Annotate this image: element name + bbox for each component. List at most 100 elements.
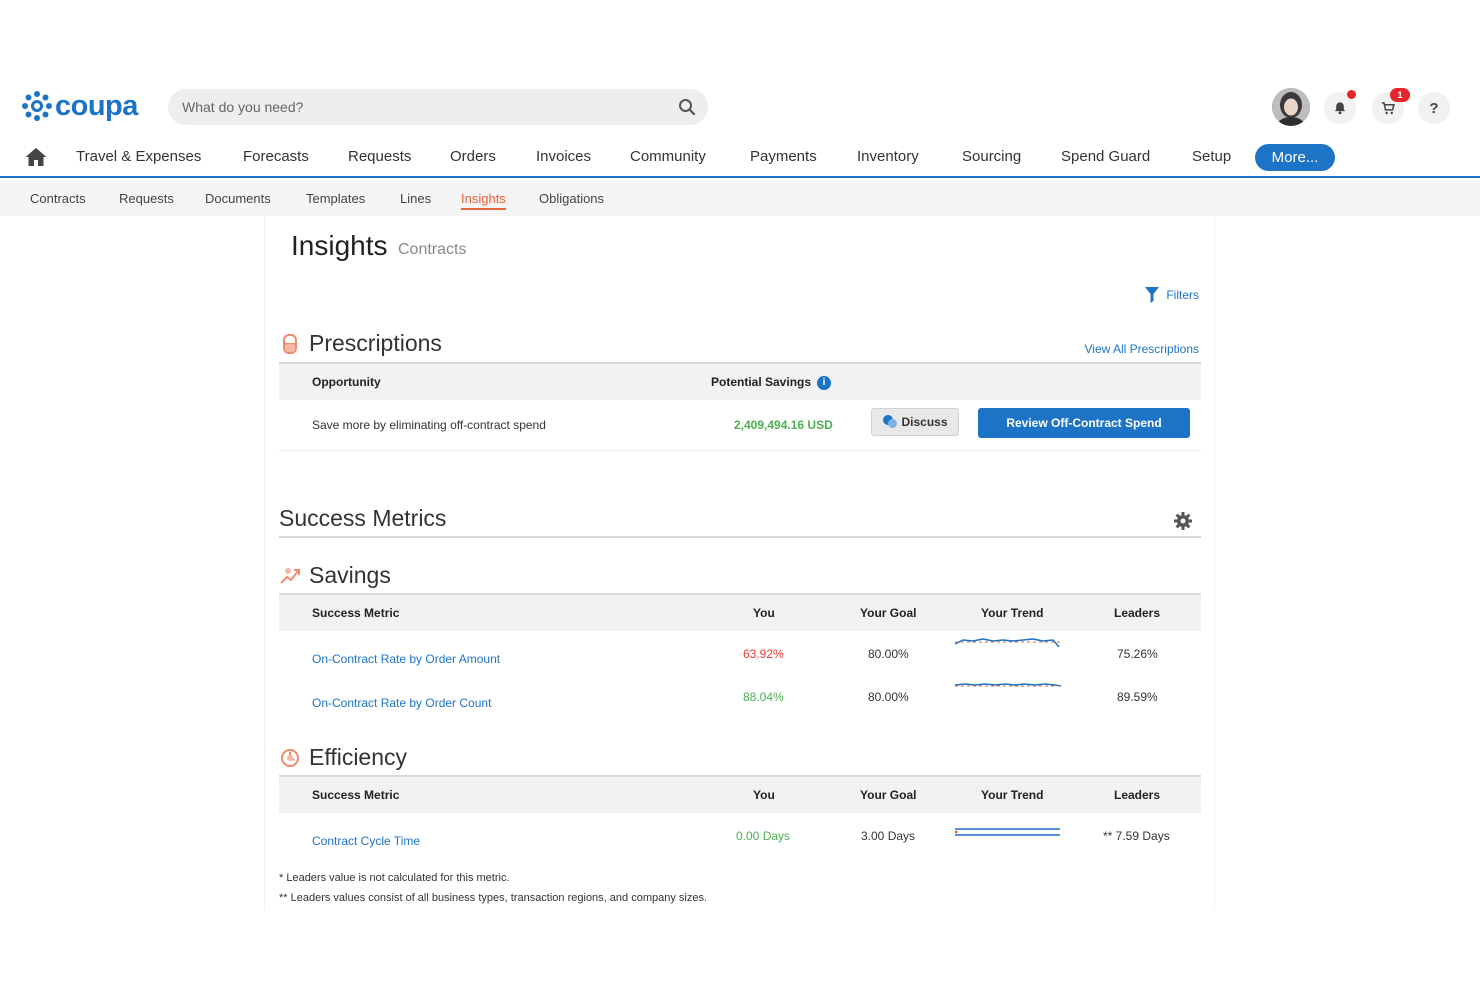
nav-spend-guard[interactable]: Spend Guard bbox=[1061, 148, 1150, 165]
nav-forecasts[interactable]: Forecasts bbox=[243, 148, 309, 165]
search-icon[interactable] bbox=[678, 98, 696, 116]
efficiency-col-trend: Your Trend bbox=[981, 788, 1044, 802]
chat-icon bbox=[883, 415, 898, 428]
savings-col-you: You bbox=[753, 606, 775, 620]
info-icon[interactable]: i bbox=[817, 375, 832, 390]
subnav-documents[interactable]: Documents bbox=[205, 191, 271, 206]
prescription-opportunity: Save more by eliminating off-contract sp… bbox=[312, 418, 546, 432]
footnote-one: * Leaders value is not calculated for th… bbox=[279, 872, 510, 884]
help-icon: ? bbox=[1429, 99, 1439, 117]
cart-badge: 1 bbox=[1390, 88, 1410, 102]
filters-label: Filters bbox=[1166, 288, 1199, 302]
efficiency-col-goal: Your Goal bbox=[860, 788, 917, 802]
savings-table-header: Success Metric You Your Goal Your Trend … bbox=[279, 595, 1201, 631]
savings-title: Savings bbox=[309, 562, 391, 588]
success-metrics-title: Success Metrics bbox=[279, 505, 447, 531]
help-button[interactable]: ? bbox=[1418, 92, 1450, 124]
nav-payments[interactable]: Payments bbox=[750, 148, 817, 165]
nav-requests[interactable]: Requests bbox=[348, 148, 411, 165]
insights-panel: Insights Contracts Filters Prescriptions… bbox=[264, 216, 1215, 910]
col-potential-savings-label: Potential Savings bbox=[711, 375, 812, 389]
metric-on-contract-count-leaders: 89.59% bbox=[1117, 690, 1158, 704]
avatar-icon bbox=[1272, 88, 1310, 126]
subnav-templates[interactable]: Templates bbox=[306, 191, 365, 206]
subnav-requests[interactable]: Requests bbox=[119, 191, 174, 206]
efficiency-col-leaders: Leaders bbox=[1114, 788, 1161, 802]
coupa-logo[interactable]: coupa bbox=[20, 90, 138, 122]
nav-community[interactable]: Community bbox=[630, 148, 706, 165]
sub-nav: Contracts Requests Documents Templates L… bbox=[0, 180, 1480, 216]
nav-more-button[interactable]: More... bbox=[1255, 144, 1335, 171]
cart-icon bbox=[1381, 101, 1395, 114]
nav-setup[interactable]: Setup bbox=[1192, 148, 1231, 165]
main-nav: Travel & Expenses Forecasts Requests Ord… bbox=[0, 136, 1480, 178]
metric-contract-cycle-time-link[interactable]: Contract Cycle Time bbox=[312, 834, 420, 848]
subnav-lines[interactable]: Lines bbox=[400, 191, 431, 206]
prescriptions-header: Prescriptions bbox=[279, 330, 442, 357]
discuss-label: Discuss bbox=[901, 415, 948, 429]
metric-contract-cycle-time-leaders: ** 7.59 Days bbox=[1103, 829, 1170, 843]
bell-icon bbox=[1335, 102, 1345, 115]
col-potential-savings: Potential Savings i bbox=[711, 375, 832, 390]
cart-button[interactable]: 1 bbox=[1372, 88, 1410, 124]
metric-on-contract-count-goal: 80.00% bbox=[868, 690, 909, 704]
metric-on-contract-count-link[interactable]: On-Contract Rate by Order Count bbox=[312, 696, 491, 710]
filter-icon bbox=[1145, 287, 1160, 303]
review-off-contract-spend-button[interactable]: Review Off-Contract Spend bbox=[978, 408, 1190, 438]
savings-icon bbox=[280, 567, 300, 584]
subnav-insights[interactable]: Insights bbox=[461, 191, 506, 210]
home-icon[interactable] bbox=[24, 146, 48, 168]
coupa-logo-icon bbox=[22, 91, 52, 121]
coupa-app: coupa What do you need? 1 ? Travel & Exp… bbox=[0, 0, 1480, 987]
efficiency-table-header: Success Metric You Your Goal Your Trend … bbox=[279, 777, 1201, 813]
metric-on-contract-amount-goal: 80.00% bbox=[868, 647, 909, 661]
prescription-icon bbox=[283, 333, 297, 354]
efficiency-header: Efficiency bbox=[279, 744, 407, 771]
nav-inventory[interactable]: Inventory bbox=[857, 148, 919, 165]
search-input[interactable] bbox=[182, 89, 662, 125]
nav-orders[interactable]: Orders bbox=[450, 148, 496, 165]
filters-button[interactable]: Filters bbox=[1144, 286, 1199, 304]
savings-header: Savings bbox=[279, 562, 391, 589]
trend-sparkline bbox=[955, 638, 1063, 648]
col-opportunity: Opportunity bbox=[312, 375, 381, 389]
notifications-button[interactable] bbox=[1324, 90, 1356, 124]
prescriptions-table-header: Opportunity Potential Savings i bbox=[279, 364, 1201, 400]
efficiency-title: Efficiency bbox=[309, 744, 408, 770]
metric-on-contract-amount-you: 63.92% bbox=[743, 647, 784, 661]
trend-sparkline bbox=[955, 828, 1060, 836]
view-all-prescriptions-link[interactable]: View All Prescriptions bbox=[1085, 342, 1200, 356]
subnav-contracts[interactable]: Contracts bbox=[30, 191, 86, 206]
gear-icon[interactable] bbox=[1173, 511, 1193, 531]
efficiency-col-metric: Success Metric bbox=[312, 788, 400, 802]
notification-dot bbox=[1347, 90, 1356, 99]
metric-on-contract-count-you: 88.04% bbox=[743, 690, 784, 704]
nav-invoices[interactable]: Invoices bbox=[536, 148, 591, 165]
metric-contract-cycle-time-you: 0.00 Days bbox=[736, 829, 791, 843]
savings-col-trend: Your Trend bbox=[981, 606, 1044, 620]
discuss-button[interactable]: Discuss bbox=[871, 408, 959, 436]
page-title: Insights bbox=[291, 230, 388, 261]
savings-col-leaders: Leaders bbox=[1114, 606, 1161, 620]
savings-col-metric: Success Metric bbox=[312, 606, 400, 620]
logo-text: coupa bbox=[55, 89, 138, 122]
metric-on-contract-amount-leaders: 75.26% bbox=[1117, 647, 1158, 661]
subnav-obligations[interactable]: Obligations bbox=[539, 191, 604, 206]
top-header: coupa What do you need? 1 ? bbox=[0, 80, 1480, 136]
efficiency-col-you: You bbox=[753, 788, 775, 802]
success-metrics-divider bbox=[279, 536, 1201, 538]
nav-travel-expenses[interactable]: Travel & Expenses bbox=[76, 148, 201, 165]
page-subtitle: Contracts bbox=[398, 241, 467, 258]
metric-contract-cycle-time-goal: 3.00 Days bbox=[861, 829, 916, 843]
nav-sourcing[interactable]: Sourcing bbox=[962, 148, 1021, 165]
footnote-two: ** Leaders values consist of all busines… bbox=[279, 892, 708, 904]
user-avatar[interactable] bbox=[1272, 88, 1310, 126]
efficiency-icon bbox=[281, 748, 299, 767]
prescriptions-row-divider bbox=[279, 450, 1201, 451]
metric-on-contract-amount-link[interactable]: On-Contract Rate by Order Amount bbox=[312, 652, 500, 666]
savings-col-goal: Your Goal bbox=[860, 606, 917, 620]
prescriptions-title: Prescriptions bbox=[309, 330, 442, 356]
search-bar[interactable] bbox=[168, 89, 708, 125]
prescription-savings: 2,409,494.16 USD bbox=[734, 418, 833, 432]
trend-sparkline bbox=[955, 683, 1063, 687]
